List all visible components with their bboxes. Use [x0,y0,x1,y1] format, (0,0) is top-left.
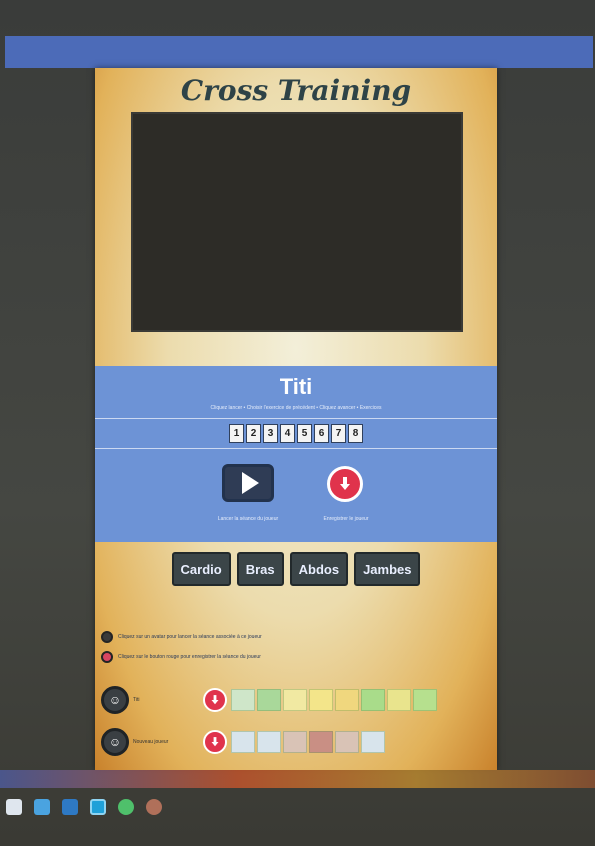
window-title-bar [5,36,593,68]
download-icon [340,477,350,491]
player-row: ☺ Nouveau joueur [101,726,493,758]
browser-icon[interactable] [62,799,78,815]
session-cell[interactable] [257,689,281,711]
play-icon [241,472,259,494]
step-6[interactable]: 6 [314,423,329,443]
session-cell[interactable] [413,689,437,711]
avatar-icon[interactable]: ☺ [101,686,129,714]
session-cell[interactable] [387,689,411,711]
player-name: Titi [279,374,313,399]
session-cell[interactable] [361,689,385,711]
category-buttons: Cardio Bras Abdos Jambes [95,552,497,586]
exercise-steps: 1 2 3 4 5 6 7 8 [95,422,497,444]
step-7[interactable]: 7 [331,423,346,443]
player-panel: Titi Cliquez lancer • Choisir l'exercice… [95,366,497,542]
download-icon [211,695,219,705]
download-icon [211,737,219,747]
session-cells [231,731,387,753]
session-cell[interactable] [335,689,359,711]
avatar-icon[interactable]: ☺ [101,728,129,756]
panel-hint: Cliquez lancer • Choisir l'exercice de p… [210,405,382,411]
download-button[interactable] [327,466,363,502]
legend-item: Cliquez sur un avatar pour lancer la séa… [101,630,491,644]
avatar-dot-icon [101,631,113,643]
files-icon[interactable] [6,799,22,815]
chat-icon[interactable] [118,799,134,815]
video-area[interactable] [131,112,463,332]
app-window: Cross Training Titi Cliquez lancer • Cho… [95,68,497,770]
media-icon[interactable] [146,799,162,815]
session-cell[interactable] [231,731,255,753]
session-cells [231,689,439,711]
desktop: Cross Training Titi Cliquez lancer • Cho… [0,0,595,846]
play-caption: Lancer la séance du joueur [217,516,279,522]
session-cell[interactable] [283,689,307,711]
play-button[interactable] [222,464,274,502]
download-caption: Enregistrer le joueur [323,516,369,522]
step-2[interactable]: 2 [246,423,261,443]
download-dot-icon [101,651,113,663]
taskbar-strip [0,770,595,788]
player-row-name: Titi [133,697,140,703]
row-download-button[interactable] [203,688,227,712]
step-8[interactable]: 8 [348,423,363,443]
folder-icon[interactable] [34,799,50,815]
row-download-button[interactable] [203,730,227,754]
player-row-name: Nouveau joueur [133,739,169,745]
session-cell[interactable] [231,689,255,711]
step-3[interactable]: 3 [263,423,278,443]
category-bras-button[interactable]: Bras [236,552,284,586]
divider [95,448,497,449]
app-title: Cross Training [180,74,412,107]
session-cell[interactable] [335,731,359,753]
step-4[interactable]: 4 [280,423,295,443]
category-cardio-button[interactable]: Cardio [171,552,231,586]
player-row: ☺ Titi [101,684,493,716]
category-jambes-button[interactable]: Jambes [354,552,421,586]
legend-text: Cliquez sur un avatar pour lancer la séa… [118,634,262,640]
category-abdos-button[interactable]: Abdos [289,552,349,586]
session-cell[interactable] [257,731,281,753]
dock [0,792,595,822]
session-cell[interactable] [309,689,333,711]
step-1[interactable]: 1 [229,423,244,443]
session-cell[interactable] [309,731,333,753]
session-cell[interactable] [283,731,307,753]
session-cell[interactable] [361,731,385,753]
legend-text: Cliquez sur le bouton rouge pour enregis… [118,654,261,660]
step-5[interactable]: 5 [297,423,312,443]
legend-item: Cliquez sur le bouton rouge pour enregis… [101,650,491,664]
editor-icon[interactable] [90,799,106,815]
divider [95,418,497,419]
